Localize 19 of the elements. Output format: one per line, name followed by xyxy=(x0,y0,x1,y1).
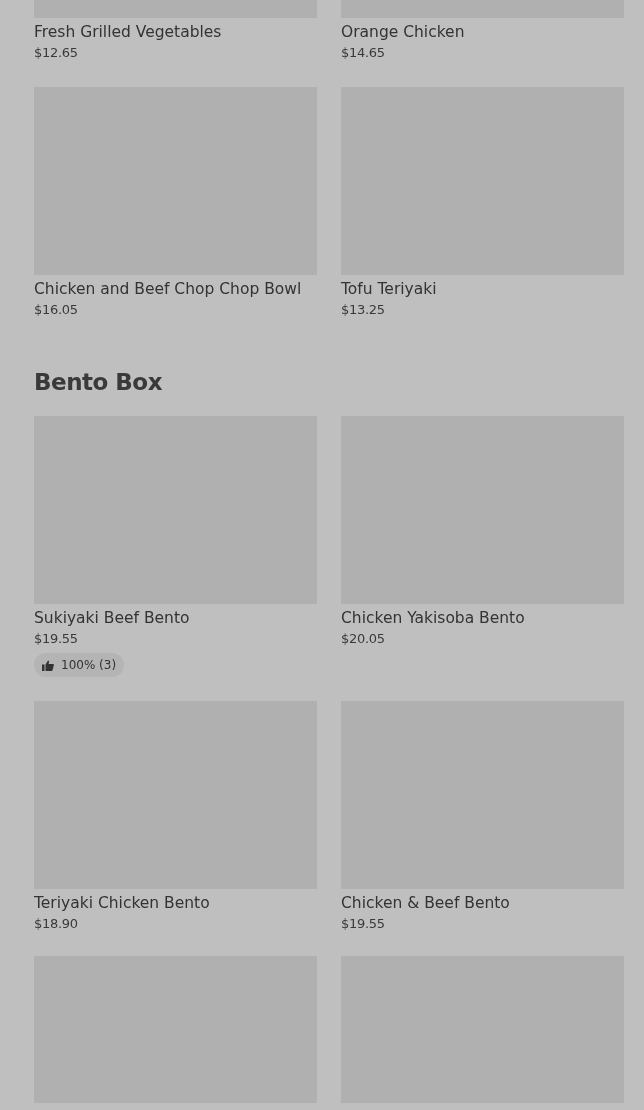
item-price: $19.55 xyxy=(34,631,79,647)
item-name[interactable]: Sukiyaki Beef Bento xyxy=(34,608,317,628)
rating-text: 100% (3) xyxy=(61,657,117,673)
item-name[interactable]: Fresh Grilled Vegetables xyxy=(34,22,317,42)
item-name[interactable]: Chicken and Beef Chop Chop Bowl xyxy=(34,279,317,299)
item-price: $13.25 xyxy=(341,302,386,318)
thumbs-up-icon xyxy=(42,659,54,671)
item-price: $19.55 xyxy=(341,916,386,932)
item-name[interactable]: Orange Chicken xyxy=(341,22,624,42)
item-name[interactable]: Chicken & Beef Bento xyxy=(341,893,624,913)
item-name[interactable]: Chicken Yakisoba Bento xyxy=(341,608,624,628)
item-price: $18.90 xyxy=(34,916,79,932)
item-name[interactable]: Teriyaki Chicken Bento xyxy=(34,893,317,913)
item-name[interactable]: Tofu Teriyaki xyxy=(341,279,624,299)
item-price: $14.65 xyxy=(341,45,386,61)
section-heading: Bento Box xyxy=(34,368,163,397)
item-price: $16.05 xyxy=(34,302,79,318)
item-price: $12.65 xyxy=(34,45,79,61)
item-price: $20.05 xyxy=(341,631,386,647)
